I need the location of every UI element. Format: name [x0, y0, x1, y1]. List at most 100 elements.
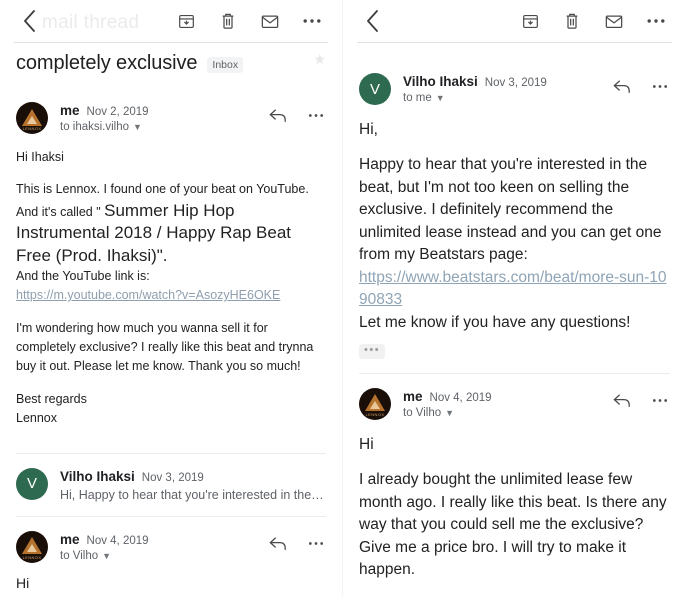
- greeting-text: Hi: [359, 434, 670, 456]
- message-snippet: Hi, Happy to hear that you're interested…: [60, 488, 326, 502]
- avatar-logo-word: LENNOX: [359, 412, 391, 417]
- archive-icon[interactable]: [172, 7, 200, 35]
- question-paragraph: I'm wondering how much you wanna sell it…: [16, 319, 326, 377]
- subject-row: completely exclusive Inbox ★: [0, 43, 342, 88]
- body-paragraph: I already bought the unlimited lease few…: [359, 469, 670, 581]
- right-toolbar: [343, 0, 686, 42]
- message-block: LENNOX me Nov 4, 2019 to Vilho ▼: [0, 517, 342, 591]
- message-header[interactable]: LENNOX me Nov 2, 2019 to ihaksi.vilho ▼: [16, 88, 326, 134]
- star-icon[interactable]: ★: [313, 51, 326, 68]
- signoff: Best regards Lennox: [16, 390, 326, 429]
- youtube-link[interactable]: https://m.youtube.com/watch?v=AsozyHE6OK…: [16, 288, 280, 302]
- beatstars-link[interactable]: https://www.beatstars.com/beat/more-sun-…: [359, 269, 667, 308]
- recipient-label: to me: [403, 92, 432, 104]
- sender-block: me Nov 4, 2019 to Vilho ▼: [403, 388, 604, 419]
- reply-icon[interactable]: [612, 76, 632, 96]
- message-header[interactable]: V Vilho Ihaksi Nov 3, 2019 Hi, Happy to …: [16, 454, 326, 502]
- body-text: Happy to hear that you're interested in …: [359, 156, 661, 263]
- closing-text: Let me know if you have any questions!: [359, 314, 630, 331]
- intro-paragraph: This is Lennox. I found one of your beat…: [16, 180, 326, 305]
- more-options-icon[interactable]: [650, 76, 670, 96]
- more-options-icon[interactable]: [650, 391, 670, 411]
- avatar-logo-word: LENNOX: [16, 555, 48, 560]
- reply-icon[interactable]: [268, 534, 288, 554]
- message-block: LENNOX me Nov 2, 2019 to ihaksi.vilho ▼: [0, 88, 342, 454]
- trash-icon[interactable]: [214, 7, 242, 35]
- archive-icon[interactable]: [516, 7, 544, 35]
- message-actions: [268, 531, 326, 554]
- reply-icon[interactable]: [268, 105, 288, 125]
- trash-icon[interactable]: [558, 7, 586, 35]
- chevron-down-icon[interactable]: ▼: [133, 122, 142, 132]
- envelope-icon[interactable]: [256, 7, 284, 35]
- chevron-down-icon[interactable]: ▼: [436, 93, 445, 103]
- avatar: LENNOX: [359, 388, 391, 420]
- intro-line: This is Lennox. I found one of your beat…: [16, 182, 309, 196]
- left-email-screen: mail thread completely exclusive Inbox ★: [0, 0, 343, 596]
- message-block: V Vilho Ihaksi Nov 3, 2019 to me ▼: [343, 69, 686, 374]
- body-paragraph: Happy to hear that you're interested in …: [359, 154, 670, 334]
- greeting-text: Hi,: [359, 119, 670, 141]
- message-block-collapsed[interactable]: V Vilho Ihaksi Nov 3, 2019 Hi, Happy to …: [0, 454, 342, 517]
- more-options-icon[interactable]: [642, 7, 670, 35]
- message-date: Nov 3, 2019: [142, 472, 204, 484]
- ghost-artifact-text: mail thread: [42, 12, 139, 34]
- recipient-label: to ihaksi.vilho: [60, 121, 129, 133]
- avatar-logo-word: LENNOX: [16, 126, 48, 131]
- message-header[interactable]: LENNOX me Nov 4, 2019 to Vilho ▼: [16, 517, 326, 563]
- avatar: LENNOX: [16, 102, 48, 134]
- recipient-line[interactable]: to Vilho ▼: [403, 407, 604, 419]
- message-actions: [268, 102, 326, 125]
- sender-name: me: [403, 389, 423, 404]
- signoff-line-1: Best regards: [16, 392, 87, 406]
- page-title: completely exclusive: [16, 52, 197, 74]
- left-toolbar: mail thread: [0, 0, 342, 42]
- sender-block: Vilho Ihaksi Nov 3, 2019 Hi, Happy to he…: [60, 468, 326, 502]
- sender-name: Vilho Ihaksi: [60, 469, 135, 484]
- envelope-icon[interactable]: [600, 7, 628, 35]
- sender-block: me Nov 2, 2019 to ihaksi.vilho ▼: [60, 102, 260, 133]
- recipient-line[interactable]: to me ▼: [403, 92, 604, 104]
- greeting-text: Hi Ihaksi: [16, 148, 326, 167]
- avatar: V: [16, 468, 48, 500]
- chevron-down-icon[interactable]: ▼: [102, 551, 111, 561]
- link-label: And the YouTube link is:: [16, 269, 150, 283]
- top-gap: [343, 43, 686, 69]
- back-button[interactable]: [359, 8, 385, 34]
- inbox-label-chip[interactable]: Inbox: [207, 57, 243, 73]
- avatar: V: [359, 73, 391, 105]
- show-trimmed-content-button[interactable]: •••: [359, 344, 385, 359]
- message-body: Hi I already bought the unlimited lease …: [359, 420, 670, 596]
- sender-name: me: [60, 103, 80, 118]
- more-options-icon[interactable]: [306, 534, 326, 554]
- chevron-down-icon[interactable]: ▼: [445, 408, 454, 418]
- more-options-icon[interactable]: [306, 105, 326, 125]
- message-actions: [612, 73, 670, 96]
- message-date: Nov 2, 2019: [87, 106, 149, 118]
- message-header[interactable]: LENNOX me Nov 4, 2019 to Vilho ▼: [359, 374, 670, 420]
- reply-icon[interactable]: [612, 391, 632, 411]
- avatar: LENNOX: [16, 531, 48, 563]
- recipient-label: to Vilho: [60, 550, 98, 562]
- recipient-label: to Vilho: [403, 407, 441, 419]
- message-actions: [612, 388, 670, 411]
- back-button[interactable]: [16, 8, 42, 34]
- message-body: Hi, Happy to hear that you're interested…: [359, 105, 670, 361]
- message-date: Nov 4, 2019: [430, 392, 492, 404]
- sender-block: me Nov 4, 2019 to Vilho ▼: [60, 531, 260, 562]
- message-date: Nov 3, 2019: [485, 77, 547, 89]
- message-date: Nov 4, 2019: [87, 535, 149, 547]
- message-header[interactable]: V Vilho Ihaksi Nov 3, 2019 to me ▼: [359, 69, 670, 105]
- sender-name: me: [60, 532, 80, 547]
- greeting-text: Hi: [16, 563, 326, 591]
- sender-block: Vilho Ihaksi Nov 3, 2019 to me ▼: [403, 73, 604, 104]
- called-prefix: And it's called ": [16, 205, 104, 219]
- dual-screenshot-container: mail thread completely exclusive Inbox ★: [0, 0, 686, 596]
- message-body: Hi Ihaksi This is Lennox. I found one of…: [16, 134, 326, 429]
- sender-name: Vilho Ihaksi: [403, 74, 478, 89]
- recipient-line[interactable]: to Vilho ▼: [60, 550, 260, 562]
- signoff-line-2: Lennox: [16, 411, 57, 425]
- recipient-line[interactable]: to ihaksi.vilho ▼: [60, 121, 260, 133]
- more-options-icon[interactable]: [298, 7, 326, 35]
- message-block: LENNOX me Nov 4, 2019 to Vilho ▼: [343, 374, 686, 596]
